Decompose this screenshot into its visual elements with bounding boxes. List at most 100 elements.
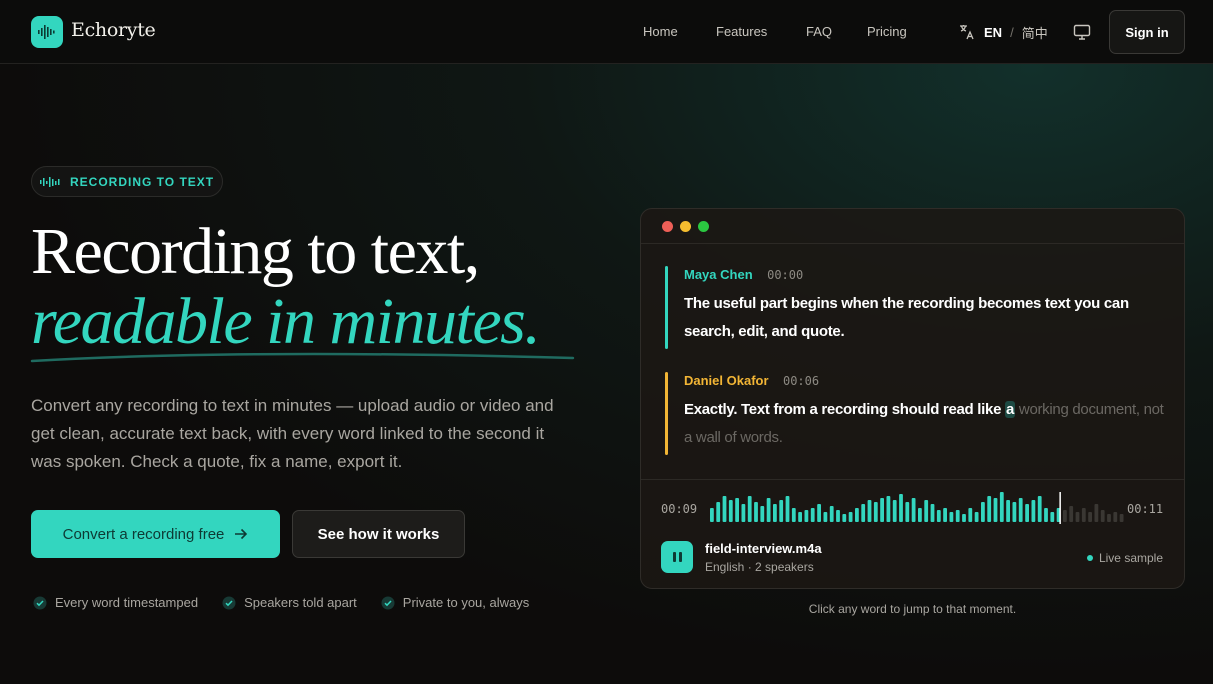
- waveform-bar[interactable]: [716, 502, 721, 522]
- feature-checklist: Every word timestamped Speakers told apa…: [33, 595, 529, 610]
- transcript-segment[interactable]: Daniel Okafor 00:06 Exactly. Text from a…: [665, 372, 1165, 455]
- waveform-bar[interactable]: [810, 508, 815, 522]
- waveform-bar[interactable]: [905, 502, 910, 522]
- waveform-bar[interactable]: [804, 510, 809, 522]
- waveform-bar[interactable]: [741, 504, 746, 522]
- waveform-bar[interactable]: [987, 496, 992, 522]
- waveform-bar[interactable]: [773, 504, 777, 522]
- logo-waveform-icon[interactable]: [31, 16, 63, 48]
- waveform-bar[interactable]: [760, 506, 765, 522]
- lang-en[interactable]: EN: [984, 25, 1002, 40]
- waveform-bar[interactable]: [899, 494, 903, 522]
- waveform-bar[interactable]: [936, 510, 941, 522]
- waveform-bar[interactable]: [968, 508, 973, 522]
- waveform-bar[interactable]: [1031, 500, 1036, 522]
- waveform-bar[interactable]: [886, 496, 891, 522]
- translate-icon: [960, 25, 974, 40]
- waveform-bar[interactable]: [1063, 510, 1067, 522]
- sign-in-button[interactable]: Sign in: [1109, 10, 1185, 54]
- waveform-bar[interactable]: [867, 500, 872, 522]
- feature-label: Speakers told apart: [244, 595, 357, 610]
- waveform-bar[interactable]: [930, 504, 935, 522]
- see-how-it-works-button[interactable]: See how it works: [292, 510, 465, 558]
- segment-timestamp[interactable]: 00:06: [783, 374, 819, 388]
- waveform-bar[interactable]: [785, 496, 790, 522]
- segment-timestamp[interactable]: 00:00: [767, 268, 803, 282]
- waveform-bar[interactable]: [779, 500, 784, 522]
- segment-text[interactable]: The useful part begins when the recordin…: [684, 290, 1165, 346]
- waveform-bar[interactable]: [962, 514, 966, 522]
- waveform-bar[interactable]: [747, 496, 752, 522]
- waveform-bar[interactable]: [911, 498, 916, 522]
- nav-link-home[interactable]: Home: [643, 24, 678, 39]
- waveform-bar[interactable]: [855, 508, 859, 522]
- waveform-bar[interactable]: [1100, 510, 1105, 522]
- waveform-bar[interactable]: [993, 498, 998, 522]
- waveform-bar[interactable]: [823, 512, 828, 522]
- waveform-bar[interactable]: [754, 502, 758, 522]
- waveform-bar[interactable]: [1044, 508, 1048, 522]
- window-chrome: [641, 209, 1184, 244]
- waveform-bar[interactable]: [1119, 514, 1124, 522]
- waveform-bar[interactable]: [1006, 500, 1010, 522]
- waveform-bar[interactable]: [880, 498, 884, 522]
- segment-text[interactable]: Exactly. Text from a recording should re…: [684, 396, 1165, 452]
- language-switcher[interactable]: EN / 简中: [958, 23, 1048, 41]
- nav-link-features[interactable]: Features: [716, 24, 767, 39]
- card-divider: [641, 479, 1184, 480]
- lang-zh[interactable]: 简中: [1022, 23, 1048, 42]
- waveform-bar[interactable]: [918, 508, 922, 522]
- feature-label: Every word timestamped: [55, 595, 199, 610]
- waveform-bar[interactable]: [1094, 504, 1099, 522]
- brand-name[interactable]: Echoryte: [71, 19, 156, 41]
- waveform-bar[interactable]: [1069, 506, 1074, 522]
- waveform-bar[interactable]: [842, 514, 847, 522]
- waveform-bar[interactable]: [1088, 512, 1092, 522]
- waveform-bar[interactable]: [1113, 512, 1118, 522]
- current-word[interactable]: a: [1004, 401, 1016, 418]
- waveform-bar[interactable]: [943, 508, 947, 522]
- waveform-bar[interactable]: [798, 512, 802, 522]
- waveform-bar[interactable]: [817, 504, 821, 522]
- waveform-bar[interactable]: [1107, 514, 1111, 522]
- waveform-bar[interactable]: [955, 510, 960, 522]
- nav-link-faq[interactable]: FAQ: [806, 24, 832, 39]
- speaker-color-bar: [665, 372, 668, 455]
- waveform-bar[interactable]: [848, 512, 853, 522]
- spoken-words[interactable]: Exactly. Text from a recording should re…: [684, 401, 1001, 418]
- waveform-bar[interactable]: [924, 500, 929, 522]
- audio-waveform-scrubber[interactable]: [710, 492, 1126, 528]
- waveform-bar[interactable]: [766, 498, 771, 522]
- transcript-segment[interactable]: Maya Chen 00:00 The useful part begins w…: [665, 266, 1165, 349]
- waveform-bar[interactable]: [728, 500, 733, 522]
- waveform-bar[interactable]: [873, 502, 878, 522]
- total-time: 00:11: [1127, 502, 1164, 516]
- waveform-bar[interactable]: [1012, 502, 1017, 522]
- pause-button[interactable]: [661, 541, 693, 573]
- waveform-bar[interactable]: [892, 500, 897, 522]
- feature-label: Private to you, always: [402, 595, 530, 610]
- waveform-bar[interactable]: [1081, 508, 1086, 522]
- waveform-bar[interactable]: [710, 508, 714, 522]
- waveform-bar[interactable]: [981, 502, 985, 522]
- waveform-bar[interactable]: [974, 512, 979, 522]
- current-time: 00:09: [661, 502, 698, 516]
- playhead[interactable]: [1059, 492, 1061, 524]
- nav-link-pricing[interactable]: Pricing: [867, 24, 907, 39]
- waveform-bar[interactable]: [836, 510, 840, 522]
- convert-recording-button[interactable]: Convert a recording free: [31, 510, 280, 558]
- waveform-bar[interactable]: [861, 504, 866, 522]
- waveform-bar[interactable]: [949, 512, 954, 522]
- waveform-bar[interactable]: [1075, 512, 1080, 522]
- waveform-bar[interactable]: [791, 508, 796, 522]
- monitor-icon[interactable]: [1073, 23, 1091, 46]
- waveform-bar[interactable]: [735, 498, 739, 522]
- waveform-bar[interactable]: [999, 492, 1004, 522]
- waveform-bar[interactable]: [1037, 496, 1042, 522]
- waveform-bar[interactable]: [1050, 512, 1055, 522]
- waveform-bar[interactable]: [1018, 498, 1023, 522]
- transcript-preview-card: Maya Chen 00:00 The useful part begins w…: [640, 208, 1185, 589]
- waveform-bar[interactable]: [722, 496, 727, 522]
- waveform-bar[interactable]: [829, 506, 834, 522]
- waveform-bar[interactable]: [1025, 504, 1029, 522]
